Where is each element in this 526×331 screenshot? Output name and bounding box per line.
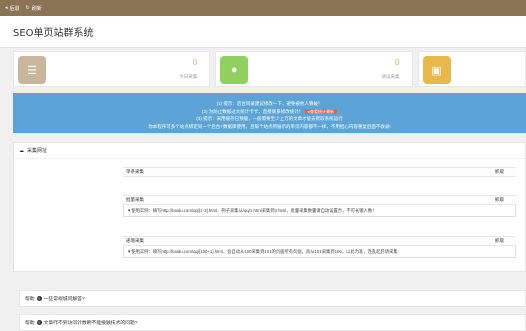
help-text: 文章咋不到访问计数刷不能接触技术的问题? [44,319,138,326]
row-header: 递增采集 抓取 [123,236,516,246]
row-title: 单条采集 [126,169,144,175]
question-icon: ? [37,296,42,301]
help-label: 帮助 [25,295,35,302]
collect-row-single: 单条采集 抓取 [123,167,516,177]
title-bar: SEO单页站群系统 [0,16,526,48]
panel-header: ☁ 采集网址 [14,143,525,159]
stat-value: 0 [193,58,197,67]
list-icon: ☰ [18,56,46,84]
fetch-button[interactable]: 抓取 [495,169,504,175]
stat-label: 今日采集 [179,74,197,80]
notice-line-with-badge: (2) 为防止数据过大统计卡卡，直接联系修改统计！ ●查看统计最新 [13,108,526,116]
stats-row: ☰ 0 今日采集 ● 0 请设采集 ▣ [13,51,526,87]
help-text: 一些常规城问解答? [44,295,85,302]
refresh-label: 刷新 [32,5,42,12]
notice-box: (1) 提示：后台目录建议修改一下，避免被他人猜破！ (2) 为防止数据过大统计… [13,93,526,133]
page-title: SEO单页站群系统 [13,24,94,39]
briefcase-icon: ▣ [423,56,451,84]
panel-title: 采集网址 [27,147,47,154]
notice-line: 你本程序可多个站点绑定同一个后台+数据库使用，且每个站点所展示的单页内容都不一样… [13,123,526,131]
question-icon: ? [37,320,42,325]
row-header: 批量采集 抓取 [123,195,516,205]
circle-icon: ● [220,56,248,84]
collect-row-batch: 批量采集 抓取 ▼使用实例：填写http://baidu.com/qq/[1-3]… [123,195,516,217]
row-header: 单条采集 抓取 [123,167,516,177]
notice-line: (1) 提示：后台目录建议修改一下，避免被他人猜破！ [13,100,526,108]
row-title: 递增采集 [126,238,144,244]
notice-line: (2) 为防止数据过大统计卡卡，直接联系修改统计！ [202,109,303,114]
row-title: 批量采集 [126,197,144,203]
collect-row-increment: 递增采集 抓取 ▼使用实例：填写http://baidu.com/qq/[100+… [123,236,516,258]
back-icon: ◂ [5,5,8,11]
stat-label: 请设采集 [382,74,400,80]
help-item[interactable]: 帮助?文章咋不到访问计数刷不能接触技术的问题? [19,314,526,331]
fetch-button[interactable]: 抓取 [495,238,504,244]
stat-card-today: ☰ 0 今日采集 [13,51,210,87]
url-input[interactable]: ▼使用实例：填写http://baidu.com/qq/[100+1].html… [123,246,516,258]
help-item[interactable]: 帮助?一些常规城问解答? [19,290,526,307]
collect-panel: ☁ 采集网址 单条采集抓取 批量采集抓取 ▼使用实例：填写http://baid… [13,142,526,272]
top-toolbar: ◂后退 ↻刷新 [0,0,526,16]
cloud-icon: ☁ [19,148,24,154]
stat-card-third: ▣ [418,51,526,87]
stat-card-pending: ● 0 请设采集 [215,51,412,87]
stats-badge[interactable]: ●查看统计最新 [305,109,337,114]
fetch-button[interactable]: 抓取 [495,197,504,203]
back-label: 后退 [10,5,20,12]
notice-line: (3) 提示：采用缓存已预缓，一般需要至少上万的文章才能去爬取系统运行 [13,115,526,123]
back-button[interactable]: ◂后退 [5,5,20,12]
url-input[interactable]: ▼使用实例：填写http://baidu.com/qq/[1-3].html，例… [123,205,516,217]
refresh-button[interactable]: ↻刷新 [26,5,42,12]
refresh-icon: ↻ [26,5,30,11]
help-label: 帮助 [25,319,35,326]
stat-value: 0 [395,58,399,67]
